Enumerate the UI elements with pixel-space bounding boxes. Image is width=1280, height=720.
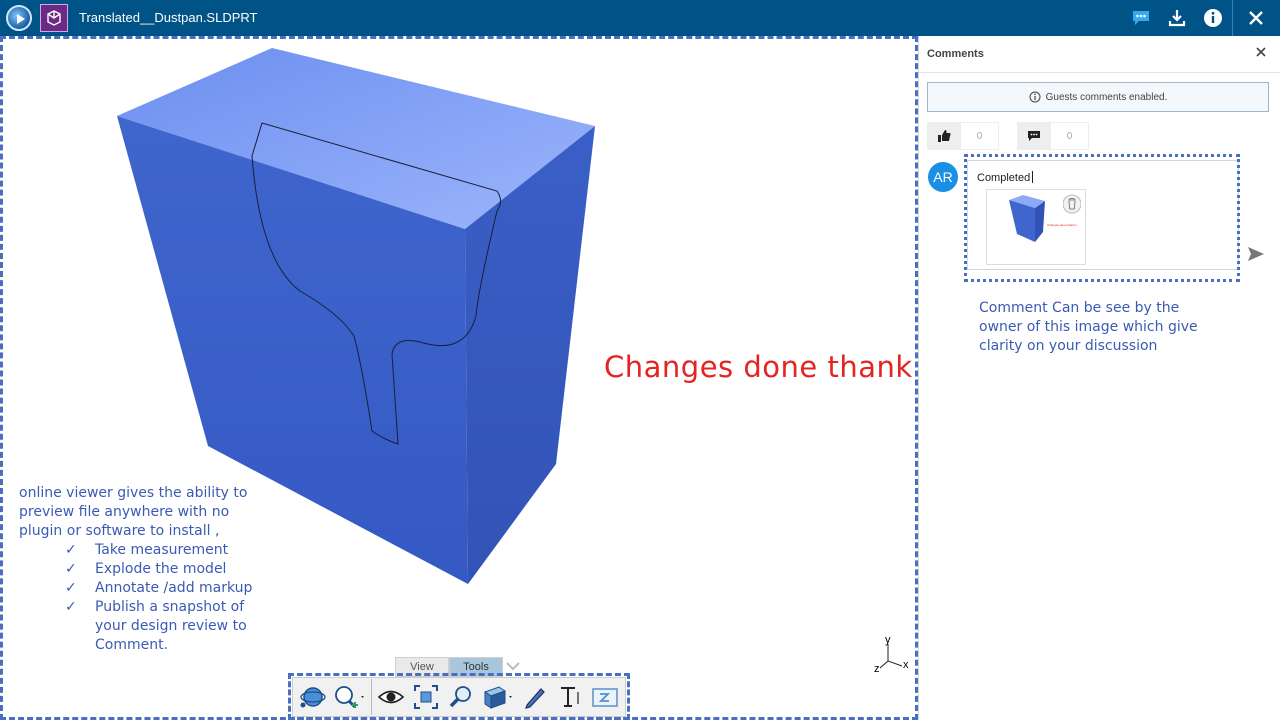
header-divider	[1232, 0, 1233, 36]
check-icon: ✓	[65, 599, 77, 615]
annotation-intro-2: preview file anywhere with no	[19, 504, 230, 520]
feature-continuation: Comment.	[95, 637, 169, 653]
view-tools-tabs: View Tools	[395, 657, 523, 677]
check-icon: ✓	[65, 561, 77, 577]
tab-view[interactable]: View	[395, 657, 449, 677]
visibility-eye-icon[interactable]	[376, 681, 407, 713]
section-view-icon[interactable]	[481, 681, 516, 713]
axis-z-label: z	[874, 663, 880, 675]
fit-view-icon[interactable]	[411, 681, 442, 713]
panel-divider	[919, 72, 1280, 73]
reply-counter[interactable]: 0	[1017, 122, 1089, 150]
check-icon: ✓	[65, 580, 77, 596]
collapse-chevron-icon[interactable]	[503, 657, 523, 677]
title-bar: Translated__Dustpan.SLDPRT	[0, 0, 1280, 36]
bottom-toolbar	[292, 677, 626, 717]
comment-input[interactable]: Completed Changes done thank u	[967, 160, 1239, 270]
side-note-line: Comment Can be see by the	[979, 300, 1180, 316]
tab-tools[interactable]: Tools	[449, 657, 503, 677]
side-note-annotation: Comment Can be see by the owner of this …	[979, 299, 1239, 356]
side-note-line: clarity on your discussion	[979, 338, 1158, 354]
part-cube-icon	[40, 4, 68, 32]
3d-viewer-play-icon[interactable]	[6, 5, 32, 31]
axis-x-label: x	[903, 659, 909, 671]
avatar: AR	[928, 162, 958, 192]
axis-triad: y x z	[870, 634, 916, 678]
feature-item: ✓ Take measurement	[65, 542, 229, 558]
comments-icon[interactable]	[1130, 7, 1152, 29]
panel-title: Comments	[927, 48, 984, 60]
guest-comments-banner: Guests comments enabled.	[927, 82, 1269, 112]
toolbar-separator	[370, 679, 372, 715]
text-markup-icon[interactable]	[555, 681, 586, 713]
window-title: Translated__Dustpan.SLDPRT	[79, 10, 258, 25]
feature-item: ✓ Explode the model	[65, 561, 227, 577]
zoom-area-icon[interactable]	[446, 681, 477, 713]
info-icon[interactable]	[1202, 7, 1224, 29]
snapshot-icon[interactable]	[590, 681, 621, 713]
thumbs-up-icon[interactable]	[927, 122, 961, 150]
3d-viewport[interactable]: online viewer gives the ability to previ…	[0, 36, 918, 720]
feature-annotation: online viewer gives the ability to previ…	[19, 484, 252, 655]
snapshot-thumbnail[interactable]: Changes done thank u	[986, 189, 1086, 265]
comments-panel: Comments Guests comments enabled. 0 0 AR…	[918, 36, 1280, 720]
guest-banner-text: Guests comments enabled.	[1045, 91, 1168, 103]
send-icon[interactable]	[1247, 246, 1265, 264]
check-icon: ✓	[65, 542, 77, 558]
like-counter[interactable]: 0	[927, 122, 999, 150]
thumbnail-caption: Changes done thank u	[1047, 223, 1078, 227]
zoom-dropdown-icon[interactable]	[332, 681, 367, 713]
info-circle-icon	[1029, 91, 1041, 103]
orbit-icon[interactable]	[297, 681, 328, 713]
annotation-intro-1: online viewer gives the ability to	[19, 485, 248, 501]
annotation-intro-3: plugin or software to install ,	[19, 523, 220, 539]
pen-markup-icon[interactable]	[520, 681, 551, 713]
trash-icon[interactable]	[1062, 194, 1082, 214]
panel-close-icon[interactable]	[1253, 44, 1269, 60]
side-note-line: owner of this image which give	[979, 319, 1198, 335]
like-count: 0	[961, 122, 999, 150]
comment-text[interactable]: Completed	[977, 171, 1034, 184]
chat-bubble-icon[interactable]	[1017, 122, 1051, 150]
feature-item: ✓ Publish a snapshot of	[65, 599, 245, 615]
reply-count: 0	[1051, 122, 1089, 150]
feature-continuation: your design review to	[95, 618, 247, 634]
close-icon[interactable]	[1245, 7, 1267, 29]
download-icon[interactable]	[1166, 7, 1188, 29]
text-caret	[1032, 171, 1034, 183]
axis-y-label: y	[885, 634, 891, 646]
markup-red-text: Changes done thank u	[604, 350, 918, 384]
feature-item: ✓ Annotate /add markup	[65, 580, 253, 596]
